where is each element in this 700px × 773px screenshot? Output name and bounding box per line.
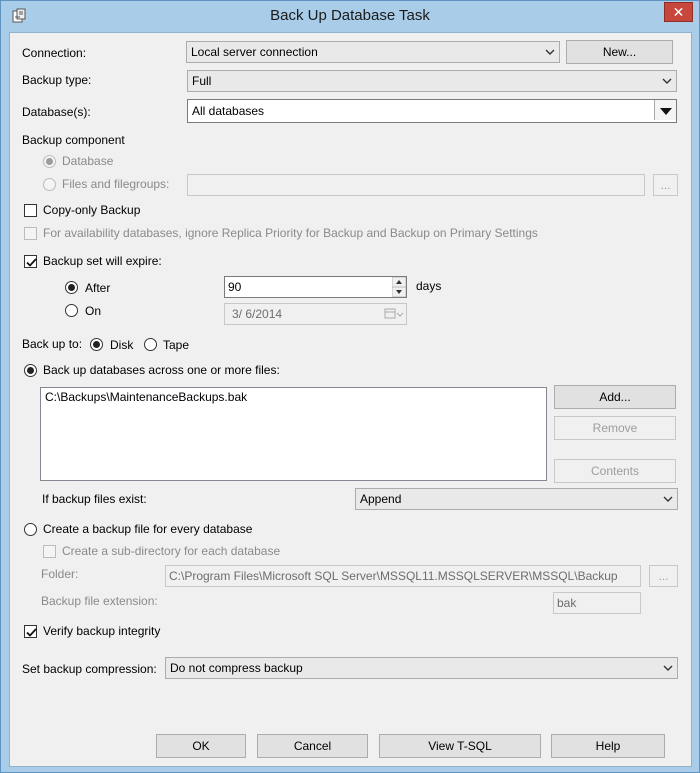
window-title: Back Up Database Task <box>270 7 430 24</box>
chevron-down-icon <box>663 496 673 502</box>
across-files-radio[interactable] <box>24 364 37 377</box>
remove-file-button[interactable]: Remove <box>554 416 676 440</box>
list-item[interactable]: C:\Backups\MaintenanceBackups.bak <box>45 390 542 404</box>
triangle-down-icon <box>660 108 672 115</box>
checkmark-icon <box>26 258 37 267</box>
backup-to-tape-radio[interactable] <box>144 338 157 351</box>
compression-select[interactable]: Do not compress backup <box>165 657 678 679</box>
extension-value: bak <box>557 596 577 610</box>
contents-button[interactable]: Contents <box>554 459 676 483</box>
expire-days-input[interactable]: 90 <box>224 276 407 298</box>
if-exist-value: Append <box>360 492 402 506</box>
view-tsql-button[interactable]: View T-SQL <box>379 734 541 758</box>
subdirectory-checkbox[interactable] <box>43 545 56 558</box>
chevron-down-icon <box>545 49 555 55</box>
folder-field[interactable]: C:\Program Files\Microsoft SQL Server\MS… <box>165 565 641 587</box>
days-label: days <box>416 279 442 293</box>
extension-field[interactable]: bak <box>553 592 641 614</box>
expire-after-label: After <box>85 281 111 295</box>
dialog-window: Back Up Database Task ✕ Connection: Loca… <box>0 0 700 773</box>
database-component-label: Database <box>62 154 114 168</box>
expire-after-radio[interactable] <box>65 281 78 294</box>
backup-type-value: Full <box>192 74 212 88</box>
files-browse-button[interactable]: ... <box>653 174 678 196</box>
close-icon: ✕ <box>672 4 685 20</box>
calendar-icon <box>384 308 404 319</box>
across-files-label: Back up databases across one or more fil… <box>43 363 280 377</box>
databases-value: All databases <box>192 104 265 118</box>
expire-on-label: On <box>85 304 102 318</box>
expire-label: Backup set will expire: <box>43 254 162 268</box>
connection-value: Local server connection <box>191 45 318 59</box>
ok-button[interactable]: OK <box>156 734 246 758</box>
extension-label: Backup file extension: <box>41 594 158 608</box>
if-exist-label: If backup files exist: <box>42 492 147 506</box>
chevron-down-icon <box>663 665 673 671</box>
chevron-down-icon <box>662 78 672 84</box>
backup-to-disk-label: Disk <box>110 338 134 352</box>
files-filegroups-label: Files and filegroups: <box>62 177 170 191</box>
expire-days-value: 90 <box>228 280 242 294</box>
expire-date-value: 3/ 6/2014 <box>232 307 283 321</box>
title-bar[interactable]: Back Up Database Task ✕ <box>1 1 699 32</box>
backup-to-label: Back up to: <box>22 337 83 351</box>
new-connection-button[interactable]: New... <box>566 40 673 64</box>
verify-checkbox[interactable] <box>24 625 37 638</box>
expire-checkbox[interactable] <box>24 255 37 268</box>
databases-label: Database(s): <box>22 105 91 119</box>
connection-select[interactable]: Local server connection <box>186 41 560 63</box>
database-component-radio[interactable] <box>43 155 56 168</box>
compression-label: Set backup compression: <box>22 662 157 676</box>
backup-type-label: Backup type: <box>22 73 92 87</box>
availability-checkbox[interactable] <box>24 227 37 240</box>
help-button[interactable]: Help <box>551 734 665 758</box>
compression-value: Do not compress backup <box>170 661 303 675</box>
expire-date-picker[interactable]: 3/ 6/2014 <box>224 303 407 325</box>
per-database-label: Create a backup file for every database <box>43 522 253 536</box>
cancel-button[interactable]: Cancel <box>257 734 368 758</box>
verify-label: Verify backup integrity <box>43 624 161 638</box>
folder-label: Folder: <box>41 567 79 581</box>
files-filegroups-radio[interactable] <box>43 178 56 191</box>
folder-value: C:\Program Files\Microsoft SQL Server\MS… <box>169 569 618 583</box>
close-button[interactable]: ✕ <box>664 2 693 22</box>
backup-type-select[interactable]: Full <box>187 70 677 92</box>
spinner-icon[interactable] <box>392 277 406 297</box>
dialog-body: Connection: Local server connection New.… <box>9 32 692 767</box>
backup-to-tape-label: Tape <box>163 338 190 352</box>
copy-only-label: Copy-only Backup <box>43 203 141 217</box>
if-exist-select[interactable]: Append <box>355 488 678 510</box>
checkmark-icon <box>26 628 37 637</box>
subdirectory-label: Create a sub-directory for each database <box>62 544 281 558</box>
per-database-radio[interactable] <box>24 523 37 536</box>
backup-component-label: Backup component <box>22 133 125 147</box>
folder-browse-button[interactable]: ... <box>649 565 678 587</box>
databases-select[interactable]: All databases <box>187 99 677 123</box>
connection-label: Connection: <box>22 46 87 60</box>
expire-on-radio[interactable] <box>65 304 78 317</box>
backup-files-list[interactable]: C:\Backups\MaintenanceBackups.bak <box>40 387 547 481</box>
backup-to-disk-radio[interactable] <box>90 338 103 351</box>
databases-dropdown-button[interactable] <box>654 100 676 120</box>
files-filegroups-field[interactable] <box>187 174 645 196</box>
add-file-button[interactable]: Add... <box>554 385 676 409</box>
copy-only-checkbox[interactable] <box>24 204 37 217</box>
availability-label: For availability databases, ignore Repli… <box>43 226 538 240</box>
